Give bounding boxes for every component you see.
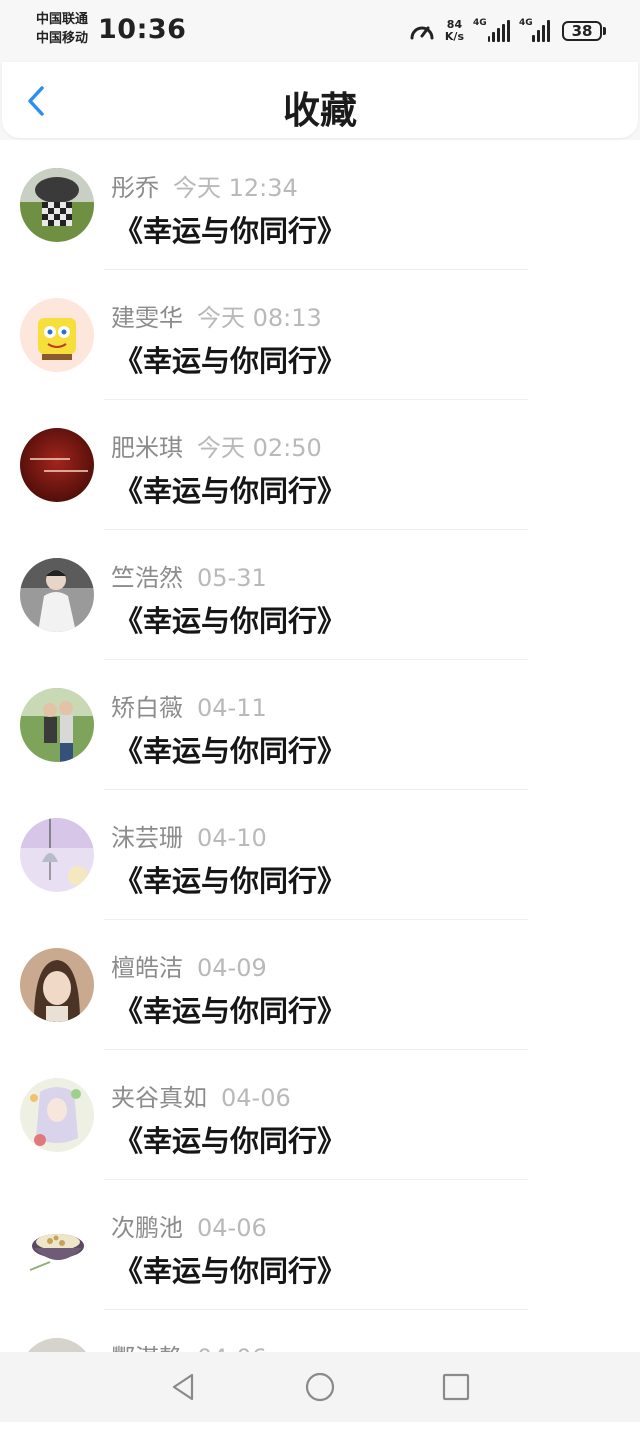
list-item[interactable]: 竺浩然 05-31 《幸运与你同行》 [0,530,640,660]
item-name: 次鹏池 [111,1214,183,1242]
signal-1-label: 4G [473,18,487,28]
list-item[interactable]: 彤乔 今天 12:34 《幸运与你同行》 [0,140,640,270]
item-time: 05-31 [197,564,267,592]
item-meta: 次鹏池 04-06 [111,1208,267,1243]
item-name: 肥米琪 [111,434,183,462]
circle-home-icon[interactable] [304,1371,336,1403]
header-card: 收藏 [2,62,638,138]
header: 收藏 [0,62,640,140]
item-time: 04-06 [197,1214,267,1242]
item-meta: 肥米琪 今天 02:50 [111,428,322,463]
item-time: 04-11 [197,694,267,722]
avatar[interactable] [20,558,94,632]
list-item[interactable]: 檀皓洁 04-09 《幸运与你同行》 [0,920,640,1050]
battery-level: 38 [562,21,602,41]
item-meta: 沫芸珊 04-10 [111,818,267,853]
triangle-back-icon[interactable] [168,1371,200,1403]
status-icons: 84 K/s 4G 4G 38 [409,16,606,46]
item-name: 檀皓洁 [111,954,183,982]
list-item[interactable]: 沫芸珊 04-10 《幸运与你同行》 [0,790,640,920]
avatar[interactable] [20,428,94,502]
item-message: 《幸运与你同行》 [114,344,347,378]
square-recents-icon[interactable] [440,1371,472,1403]
item-name: 矫白薇 [111,694,183,722]
avatar[interactable] [20,818,94,892]
avatar[interactable] [20,298,94,372]
status-clock: 10:36 [98,14,187,45]
list-item[interactable]: 建雯华 今天 08:13 《幸运与你同行》 [0,270,640,400]
item-message: 《幸运与你同行》 [114,864,347,898]
list-item[interactable]: 次鹏池 04-06 《幸运与你同行》 [0,1180,640,1310]
signal-2-icon: 4G [519,18,552,42]
item-time: 04-09 [197,954,267,982]
item-name: 竺浩然 [111,564,183,592]
item-time: 今天 02:50 [197,434,322,462]
favorites-list: 彤乔 今天 12:34 《幸运与你同行》 建雯华 今天 08:13 《幸运与你同行》 [0,140,640,1440]
item-name: 建雯华 [111,304,183,332]
item-meta: 矫白薇 04-11 [111,688,267,723]
avatar[interactable] [20,1078,94,1152]
page-title: 收藏 [283,89,357,132]
carrier-labels: 中国联通 中国移动 [36,10,88,48]
item-time: 04-10 [197,824,267,852]
avatar[interactable] [20,948,94,1022]
item-message: 《幸运与你同行》 [114,1124,347,1158]
avatar[interactable] [20,688,94,762]
avatar[interactable] [20,1208,94,1282]
item-meta: 夹谷真如 04-06 [111,1078,291,1113]
item-name: 彤乔 [111,174,159,202]
item-name: 夹谷真如 [111,1084,207,1112]
item-meta: 彤乔 今天 12:34 [111,168,298,203]
status-bar: 中国联通 中国移动 10:36 84 K/s 4G 4G 38 [0,0,640,62]
system-nav-bar [0,1352,640,1422]
item-meta: 建雯华 今天 08:13 [111,298,322,333]
avatar[interactable] [20,168,94,242]
carrier-1: 中国联通 [36,12,89,27]
item-message: 《幸运与你同行》 [114,214,347,248]
list-item[interactable]: 肥米琪 今天 02:50 《幸运与你同行》 [0,400,640,530]
item-time: 今天 12:34 [173,174,298,202]
net-speed: 84 K/s [445,19,464,43]
item-meta: 檀皓洁 04-09 [111,948,267,983]
signal-1-icon: 4G [473,18,511,42]
carrier-2: 中国移动 [36,31,89,46]
net-speed-unit: K/s [444,30,464,43]
item-time: 04-06 [221,1084,291,1112]
speedometer-icon [410,26,434,40]
item-message: 《幸运与你同行》 [114,474,347,508]
item-message: 《幸运与你同行》 [114,734,347,768]
item-message: 《幸运与你同行》 [114,1254,347,1288]
item-message: 《幸运与你同行》 [114,994,347,1028]
item-time: 今天 08:13 [197,304,322,332]
battery-icon: 38 [562,21,606,41]
item-meta: 竺浩然 05-31 [111,558,267,593]
list-item[interactable]: 矫白薇 04-11 《幸运与你同行》 [0,660,640,790]
signal-2-label: 4G [519,18,533,28]
item-message: 《幸运与你同行》 [114,604,347,638]
list-item[interactable]: 夹谷真如 04-06 《幸运与你同行》 [0,1050,640,1180]
item-name: 沫芸珊 [111,824,183,852]
